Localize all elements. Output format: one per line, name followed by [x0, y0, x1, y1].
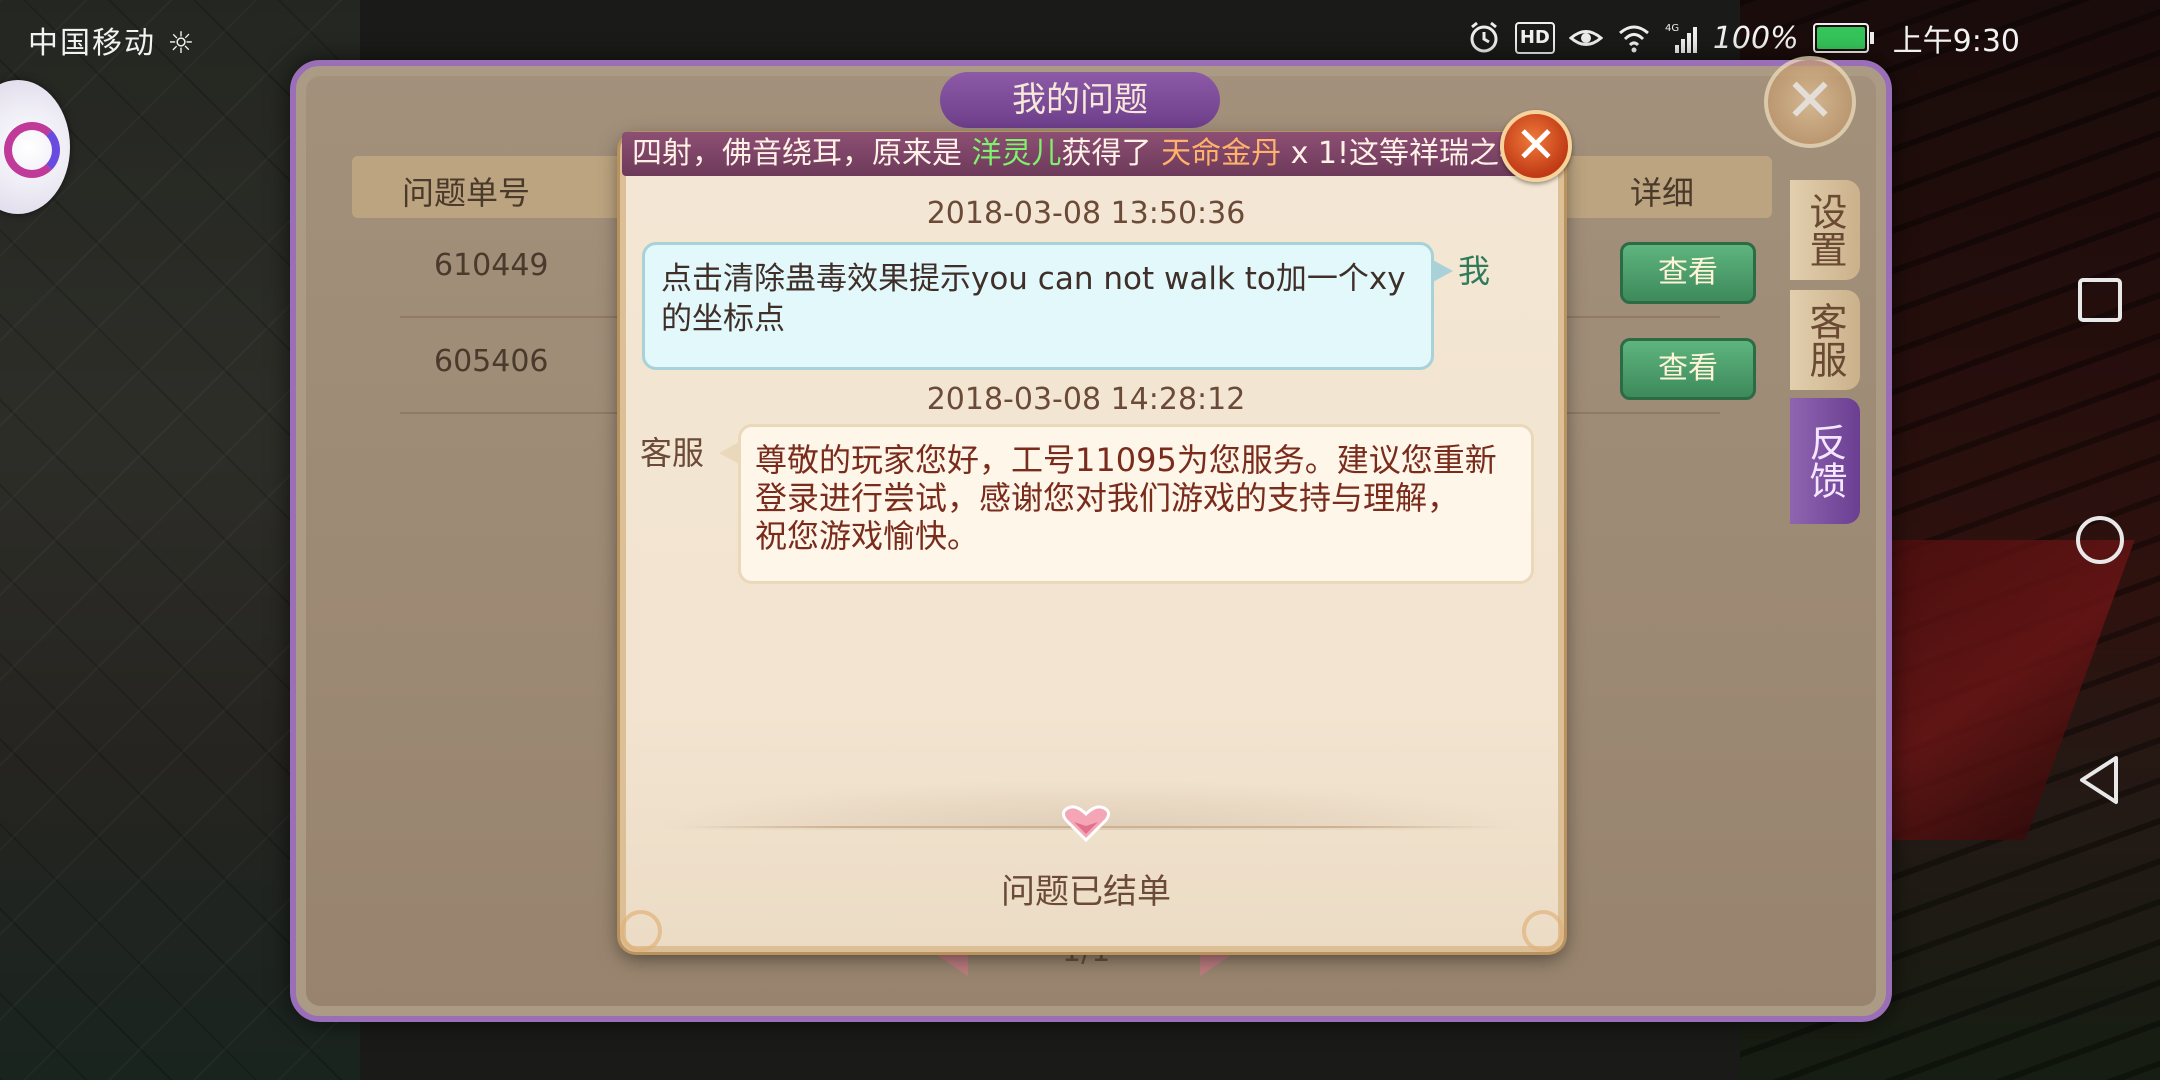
- battery-icon: [1812, 23, 1874, 53]
- carrier-name: 中国移动 ☼: [28, 18, 196, 62]
- broadcast-middle: 获得了: [1061, 136, 1162, 171]
- panel-close-icon[interactable]: ✕: [1764, 56, 1856, 148]
- column-detail: 详细: [1629, 174, 1694, 212]
- eye-icon: [1568, 30, 1603, 46]
- broadcast-prefix: 四射，佛音绕耳，原来是: [632, 136, 972, 171]
- message-text-line: 登录进行尝试，感谢您对我们游戏的支持与理解，: [755, 479, 1460, 517]
- home-button[interactable]: [2070, 510, 2130, 570]
- column-ticket-number: 问题单号: [402, 174, 531, 212]
- heart-ornament-icon: [1061, 805, 1111, 843]
- svg-text:4G: 4G: [1665, 23, 1679, 34]
- message-text-line: 祝您游戏愉快。: [755, 517, 980, 555]
- message-text-line: 尊敬的玩家您好，工号11095为您服务。建议您重新: [755, 441, 1497, 479]
- system-broadcast-banner: 四射，佛音绕耳，原来是 洋灵儿获得了 天命金丹 x 1!这等祥瑞之物: [622, 132, 1542, 176]
- view-button[interactable]: 查看: [1620, 242, 1756, 304]
- navigation-bar: [2040, 0, 2160, 1080]
- sender-label-me: 我: [1458, 252, 1491, 290]
- battery-percent: 100%: [1712, 20, 1799, 56]
- broadcast-text: 四射，佛音绕耳，原来是 洋灵儿获得了 天命金丹 x 1!这等祥瑞之物: [622, 132, 1542, 176]
- message-timestamp: 2018-03-08 14:28:12: [926, 382, 1246, 417]
- player-message-bubble: 点击清除蛊毒效果提示you can not walk to加一个xy 的坐标点: [642, 242, 1453, 370]
- wifi-icon: [1618, 25, 1649, 53]
- ticket-id: 605406: [434, 344, 549, 379]
- tab-settings[interactable]: 设置: [1790, 180, 1860, 280]
- clock: 上午9:30: [1892, 24, 2020, 59]
- ticket-id: 610449: [434, 248, 549, 283]
- tab-customer-service[interactable]: 客服: [1790, 290, 1860, 390]
- corner-ornament: [1522, 910, 1564, 952]
- carrier-label: 中国移动: [28, 26, 156, 61]
- hd-icon: HD: [1514, 22, 1555, 54]
- status-icons: HD 4G 100% 上午9:30: [1467, 16, 2020, 60]
- message-text-line: 的坐标点: [661, 301, 785, 337]
- panel-title: 我的问题: [940, 72, 1220, 128]
- message-timestamp: 2018-03-08 13:50:36: [926, 196, 1246, 231]
- dialog-close-icon[interactable]: ✕: [1500, 110, 1572, 182]
- assistant-logo-icon: [4, 122, 60, 178]
- sender-label-support: 客服: [640, 434, 705, 472]
- tab-feedback[interactable]: 反馈: [1790, 398, 1860, 524]
- back-button[interactable]: [2070, 750, 2130, 810]
- broadcast-suffix: x 1!这等祥瑞之物: [1281, 136, 1530, 171]
- broadcast-player-name: 洋灵儿: [971, 136, 1062, 171]
- view-button[interactable]: 查看: [1620, 338, 1756, 400]
- broadcast-item-name: 天命金丹: [1161, 136, 1282, 171]
- signal-icon: 4G: [1665, 23, 1697, 53]
- corner-ornament: [620, 910, 662, 952]
- message-text-line: 点击清除蛊毒效果提示you can not walk to加一个xy: [661, 261, 1406, 297]
- support-message-bubble: 尊敬的玩家您好，工号11095为您服务。建议您重新 登录进行尝试，感谢您对我们游…: [719, 424, 1534, 584]
- recent-apps-button[interactable]: [2070, 270, 2130, 330]
- alarm-icon: [1470, 21, 1498, 53]
- ticket-status: 问题已结单: [1001, 872, 1171, 912]
- brightness-icon: ☼: [167, 26, 197, 61]
